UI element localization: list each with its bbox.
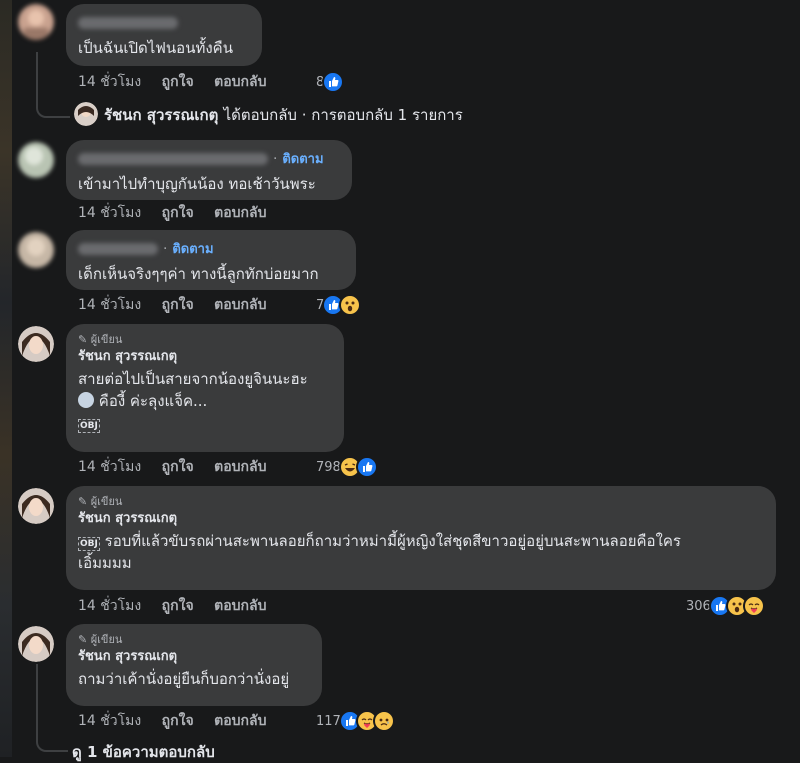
reply-button[interactable]: ตอบกลับ [214, 713, 266, 729]
pencil-icon: ✎ [78, 333, 88, 346]
comment-actions: 14 ชั่วโมง ถูกใจ ตอบกลับ [78, 295, 282, 315]
comment-text: เข้ามาไปทำบุญกันน้อง ทอเช้าวันพระ [78, 175, 316, 193]
comment-tag-line: OBJ [78, 412, 332, 434]
pencil-icon: ✎ [78, 495, 88, 508]
author-avatar[interactable] [18, 488, 54, 524]
comment-text-line: คืองี้ ค่ะลุงแจ็ค... [78, 390, 332, 412]
comment-bubble: · ติดตาม เข้ามาไปทำบุญกันน้อง ทอเช้าวันพ… [66, 140, 352, 200]
pencil-icon: ✎ [78, 633, 88, 646]
like-button[interactable]: ถูกใจ [162, 74, 194, 90]
wow-icon [339, 294, 362, 316]
commenter-name[interactable] [78, 152, 268, 165]
obj-icon: OBJ [78, 537, 100, 551]
comment-actions: 14 ชั่วโมง ถูกใจ ตอบกลับ [78, 203, 282, 223]
comment-text: เป็นฉันเปิดไฟนอนทั้งคืน [78, 39, 233, 57]
timestamp[interactable]: 14 ชั่วโมง [78, 598, 141, 614]
commenter-name[interactable]: รัชนก สุวรรณเกตุ [78, 348, 332, 366]
replies-summary[interactable]: รัชนก สุวรรณเกตุ ได้ตอบกลับ · การตอบกลับ… [104, 104, 463, 126]
reply-author-name: รัชนก สุวรรณเกตุ [104, 106, 219, 124]
like-icon [355, 456, 378, 478]
like-icon [322, 71, 345, 93]
boy-face-icon [78, 392, 94, 408]
commenter-name[interactable] [78, 12, 250, 31]
timestamp[interactable]: 14 ชั่วโมง [78, 459, 141, 475]
reply-summary-text: ได้ตอบกลับ · การตอบกลับ 1 รายการ [223, 106, 463, 124]
reaction-summary[interactable]: 798 [316, 456, 378, 478]
comment-text: รอบที่แล้วขับรถผ่านสะพานลอยก็ถามว่าหม่าม… [104, 532, 681, 550]
avatar[interactable] [18, 232, 54, 268]
comment-actions: 14 ชั่วโมง ถูกใจ ตอบกลับ [78, 711, 282, 731]
like-button[interactable]: ถูกใจ [162, 713, 194, 729]
reaction-count: 798 [316, 459, 341, 475]
comment-text: เด็กเห็นจริงๆๆค่า ทางนี้ลูกทักบ่อยมาก [78, 265, 319, 283]
reaction-summary[interactable]: 7 [316, 294, 362, 316]
author-badge: ✎ ผู้เขียน [78, 633, 123, 646]
reply-button[interactable]: ตอบกลับ [214, 205, 266, 221]
commenter-header: · ติดตาม [78, 238, 344, 259]
reply-button[interactable]: ตอบกลับ [214, 74, 266, 90]
view-more-replies-link[interactable]: ดู 1 ข้อความตอบกลับ [72, 741, 215, 763]
commenter-header: · ติดตาม [78, 148, 340, 169]
comment-bubble: ✎ ผู้เขียน รัชนก สุวรรณเกตุ สายต่อไปเป็น… [66, 324, 344, 452]
like-button[interactable]: ถูกใจ [162, 205, 194, 221]
thread-line [36, 664, 68, 752]
thread-line [36, 52, 70, 118]
comment-bubble: ✎ ผู้เขียน รัชนก สุวรรณเกตุ ถามว่าเค้านั… [66, 624, 322, 706]
obj-icon: OBJ [78, 419, 100, 433]
comment-actions: 14 ชั่วโมง ถูกใจ ตอบกลับ [78, 457, 282, 477]
like-button[interactable]: ถูกใจ [162, 459, 194, 475]
reaction-count: 306 [686, 598, 711, 614]
commenter-name[interactable]: รัชนก สุวรรณเกตุ [78, 510, 764, 528]
background-strip [0, 0, 12, 757]
reply-button[interactable]: ตอบกลับ [214, 459, 266, 475]
timestamp[interactable]: 14 ชั่วโมง [78, 713, 141, 729]
commenter-name[interactable]: รัชนก สุวรรณเกตุ [78, 648, 310, 666]
commenter-name[interactable] [78, 242, 158, 255]
author-badge: ✎ ผู้เขียน [78, 333, 123, 346]
reply-button[interactable]: ตอบกลับ [214, 297, 266, 313]
follow-button[interactable]: ติดตาม [282, 152, 323, 167]
avatar[interactable] [18, 142, 54, 178]
reaction-count: 117 [316, 713, 341, 729]
timestamp[interactable]: 14 ชั่วโมง [78, 205, 141, 221]
like-button[interactable]: ถูกใจ [162, 297, 194, 313]
care-icon [742, 595, 765, 617]
author-avatar[interactable] [18, 326, 54, 362]
sad-icon [372, 710, 395, 732]
follow-button[interactable]: ติดตาม [172, 242, 213, 257]
comment-text: เอิ้มมมม [78, 554, 132, 572]
comment-bubble: เป็นฉันเปิดไฟนอนทั้งคืน [66, 4, 262, 66]
comment-bubble: · ติดตาม เด็กเห็นจริงๆๆค่า ทางนี้ลูกทักบ… [66, 230, 356, 290]
comment-actions: 14 ชั่วโมง ถูกใจ ตอบกลับ [78, 596, 282, 616]
avatar[interactable] [18, 4, 54, 40]
timestamp[interactable]: 14 ชั่วโมง [78, 297, 141, 313]
avatar[interactable] [74, 102, 98, 126]
reaction-summary[interactable]: 8 [316, 71, 345, 93]
reply-button[interactable]: ตอบกลับ [214, 598, 266, 614]
comment-actions: 14 ชั่วโมง ถูกใจ ตอบกลับ [78, 72, 282, 92]
author-avatar[interactable] [18, 626, 54, 662]
comment-text: สายต่อไปเป็นสายจากน้องยูจินนะฮะ [78, 370, 308, 388]
author-badge: ✎ ผู้เขียน [78, 495, 123, 508]
reaction-summary[interactable]: 117 [316, 710, 395, 732]
reaction-summary[interactable]: 306 [686, 595, 765, 617]
timestamp[interactable]: 14 ชั่วโมง [78, 74, 141, 90]
comment-text: ถามว่าเค้านั่งอยู่ยืนก็บอกว่านั่งอยู่ [78, 670, 290, 688]
comment-bubble: ✎ ผู้เขียน รัชนก สุวรรณเกตุ OBJ รอบที่แล… [66, 486, 776, 590]
comment-text-line: OBJ รอบที่แล้วขับรถผ่านสะพานลอยก็ถามว่าห… [78, 530, 764, 552]
like-button[interactable]: ถูกใจ [162, 598, 194, 614]
